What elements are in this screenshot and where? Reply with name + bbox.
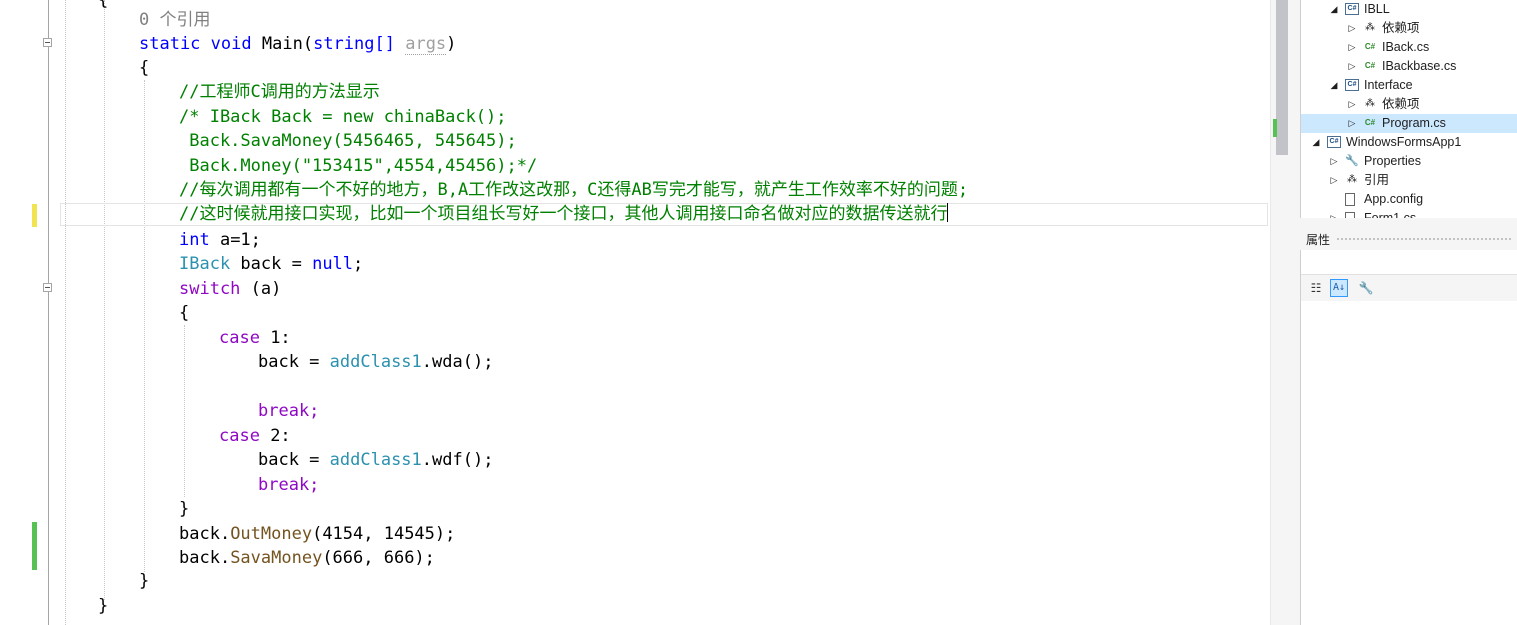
tree-item-label: 引用 — [1364, 172, 1390, 187]
expand-arrow-icon[interactable]: ▷ — [1329, 171, 1339, 190]
code-line: back = addClass1.wdf(); — [258, 450, 494, 470]
tree-item[interactable]: ▷ ⁂ 依赖项 — [1301, 95, 1517, 114]
properties-header[interactable]: 属性 — [1300, 228, 1517, 248]
tree-item-label: IBackbase.cs — [1382, 58, 1457, 73]
expand-arrow-icon[interactable]: ▷ — [1347, 95, 1357, 114]
expand-arrow-icon[interactable]: ▷ — [1347, 57, 1357, 76]
indent-guide — [104, 0, 105, 600]
csharp-file-icon: C# — [1364, 117, 1376, 127]
collapse-method-icon[interactable] — [43, 38, 52, 47]
editor-vertical-scrollbar[interactable] — [1270, 0, 1292, 625]
dependencies-icon: ⁂ — [1365, 21, 1375, 33]
tree-item-label: Properties — [1364, 153, 1421, 168]
tree-item[interactable]: App.config — [1301, 190, 1517, 209]
references-icon: ⁂ — [1347, 173, 1357, 185]
tree-item-label: 依赖项 — [1382, 96, 1420, 111]
code-line: { — [179, 303, 190, 323]
code-line: switch (a) — [179, 279, 282, 299]
right-tool-panel: ◢ C# IBLL ▷ ⁂ 依赖项 ▷ C# IBack.cs ▷ C# IBackbase.cs ◢ C… — [1292, 0, 1517, 625]
tree-item[interactable]: ▷ Form1.cs — [1301, 209, 1517, 219]
wrench-icon: 🔧 — [1345, 154, 1359, 167]
tree-item[interactable]: ◢ C# Interface — [1301, 76, 1517, 95]
solution-explorer-tree[interactable]: ◢ C# IBLL ▷ ⁂ 依赖项 ▷ C# IBack.cs ▷ C# IBackbase.cs ◢ C… — [1300, 0, 1517, 218]
expand-arrow-icon[interactable]: ▷ — [1347, 38, 1357, 57]
property-pages-icon[interactable]: 🔧 — [1357, 279, 1375, 297]
tree-item-label: IBack.cs — [1382, 39, 1430, 54]
code-line: back.SavaMoney(666, 666); — [179, 548, 435, 568]
categorized-icon[interactable]: ☷ — [1307, 279, 1325, 297]
csharp-file-icon: C# — [1364, 41, 1376, 51]
tree-item[interactable]: ▷ C# IBackbase.cs — [1301, 57, 1517, 76]
tree-item[interactable]: ▷ C# IBack.cs — [1301, 38, 1517, 57]
code-editor[interactable]: { 0 个引用 static void Main(string[] args) … — [0, 0, 1270, 625]
code-line: int a=1; — [179, 230, 261, 250]
tree-item[interactable]: ◢ C# WindowsFormsApp1 — [1301, 133, 1517, 152]
main-method-signature: static void Main(string[] args) — [139, 34, 457, 55]
saved-change-marker — [32, 522, 37, 570]
csharp-project-icon: C# — [1345, 78, 1359, 91]
code-line: { — [98, 0, 109, 10]
comment-line: //每次调用都有一个不好的地方，B,A工作改这改那，C还得AB写完才能写，就产生… — [179, 180, 969, 200]
csharp-project-icon: C# — [1327, 135, 1341, 148]
collapse-arrow-icon[interactable]: ◢ — [1311, 133, 1321, 152]
comment-line: Back.SavaMoney(5456465, 545645); — [179, 131, 517, 151]
outlining-margin — [48, 0, 49, 625]
expand-arrow-icon[interactable]: ▷ — [1347, 19, 1357, 38]
code-line: { — [139, 58, 150, 78]
collapse-switch-icon[interactable] — [43, 283, 52, 292]
expand-arrow-icon[interactable]: ▷ — [1329, 209, 1339, 219]
config-file-icon — [1345, 192, 1355, 206]
csharp-project-icon: C# — [1345, 3, 1359, 15]
tree-item[interactable]: ◢ C# IBLL — [1301, 0, 1517, 19]
tree-item-label: Interface — [1364, 77, 1413, 92]
csharp-file-icon: C# — [1364, 60, 1376, 70]
properties-toolbar: ☷ A↓ 🔧 — [1301, 274, 1517, 301]
properties-panel: ☷ A↓ 🔧 — [1300, 250, 1517, 625]
tree-item[interactable]: ▷ 🔧 Properties — [1301, 152, 1517, 171]
comment-line: //这时候就用接口实现，比如一个项目组长写好一个接口，其他人调用接口命名做对应的… — [179, 203, 949, 224]
tree-item-label: Form1.cs — [1364, 210, 1417, 219]
tree-item-label: Program.cs — [1382, 115, 1446, 130]
indent-guide — [144, 80, 145, 572]
tree-item-label: App.config — [1364, 191, 1424, 206]
dependencies-icon: ⁂ — [1365, 97, 1375, 109]
comment-line: Back.Money("153415",4554,45456);*/ — [179, 156, 538, 176]
indent-guide — [184, 325, 185, 497]
indent-guide — [65, 0, 66, 625]
tree-item-label: IBLL — [1364, 2, 1390, 16]
collapse-arrow-icon[interactable]: ◢ — [1329, 0, 1339, 19]
code-line: break; — [258, 475, 320, 495]
tree-item[interactable]: ▷ ⁂ 依赖项 — [1301, 19, 1517, 38]
unsaved-change-marker — [32, 204, 37, 227]
properties-title: 属性 — [1306, 233, 1331, 247]
code-line: case 1: — [219, 328, 291, 348]
code-line: } — [98, 596, 109, 616]
alphabetical-icon[interactable]: A↓ — [1330, 279, 1348, 297]
code-line: back.OutMoney(4154, 14545); — [179, 524, 456, 544]
form-file-icon — [1345, 211, 1355, 218]
code-line: back = addClass1.wda(); — [258, 352, 494, 372]
expand-arrow-icon[interactable]: ▷ — [1347, 114, 1357, 133]
reference-count-lens[interactable]: 0 个引用 — [139, 8, 210, 33]
scrollbar-change-marker — [1273, 119, 1277, 137]
code-line: break; — [258, 401, 320, 421]
code-line: IBack back = null; — [179, 254, 364, 274]
tree-item[interactable]: ▷ C# Program.cs — [1301, 113, 1517, 133]
tree-item-label: 依赖项 — [1382, 20, 1420, 35]
code-line: case 2: — [219, 426, 291, 446]
scrollbar-thumb[interactable] — [1276, 0, 1288, 155]
text-caret — [947, 203, 949, 222]
code-line: } — [139, 571, 150, 591]
expand-arrow-icon[interactable]: ▷ — [1329, 152, 1339, 171]
comment-line: //工程师C调用的方法显示 — [179, 82, 380, 102]
panel-grip[interactable] — [1336, 237, 1512, 241]
code-line: } — [179, 499, 190, 519]
tree-item-label: WindowsFormsApp1 — [1346, 134, 1462, 149]
collapse-arrow-icon[interactable]: ◢ — [1329, 76, 1339, 95]
comment-line: /* IBack Back = new chinaBack(); — [179, 107, 507, 127]
tree-item[interactable]: ▷ ⁂ 引用 — [1301, 171, 1517, 190]
